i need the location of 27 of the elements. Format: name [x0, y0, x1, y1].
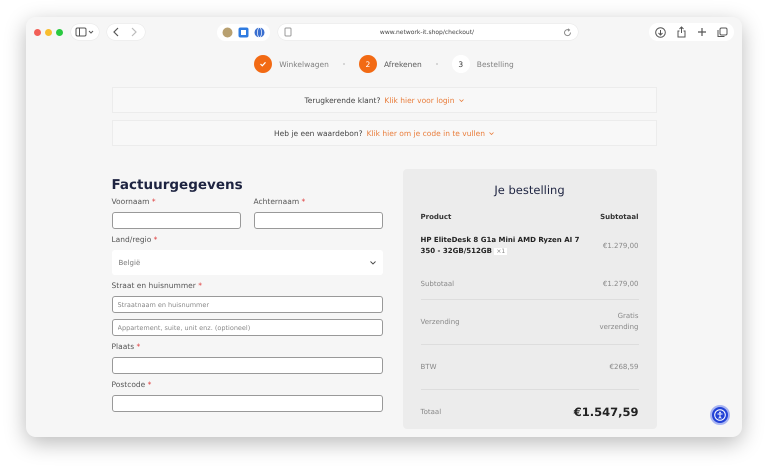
caret-icon [489, 132, 494, 134]
new-tab-icon[interactable] [697, 27, 707, 37]
tabs-overview-icon[interactable] [717, 26, 728, 38]
input-field[interactable] [112, 212, 240, 229]
globe-icon[interactable] [254, 26, 264, 38]
section-title: Factuurgegevens [112, 177, 244, 193]
separator-dot [436, 63, 438, 65]
share-icon[interactable] [676, 26, 687, 38]
navigation-buttons[interactable] [107, 24, 145, 40]
accessibility-button[interactable] [710, 405, 730, 425]
input-field[interactable] [112, 357, 382, 374]
favicon-icon[interactable] [238, 26, 248, 38]
chevron-down-icon [370, 260, 376, 264]
total-amount: €1.547,59 [574, 405, 638, 419]
order-title: Je bestelling [492, 183, 566, 197]
reload-icon[interactable] [562, 28, 572, 36]
sidebar-toggle-button[interactable] [71, 24, 99, 40]
favicon-icon[interactable] [222, 26, 232, 38]
sidebar-icon[interactable] [75, 27, 95, 37]
input-field[interactable] [254, 212, 382, 229]
zoom-window-button[interactable] [56, 28, 63, 36]
caret-icon [458, 98, 464, 102]
separator-dot [342, 63, 345, 65]
page-icon [284, 27, 292, 37]
close-window-button[interactable] [34, 28, 41, 36]
input-field[interactable] [112, 395, 382, 412]
download-icon[interactable] [655, 26, 666, 38]
